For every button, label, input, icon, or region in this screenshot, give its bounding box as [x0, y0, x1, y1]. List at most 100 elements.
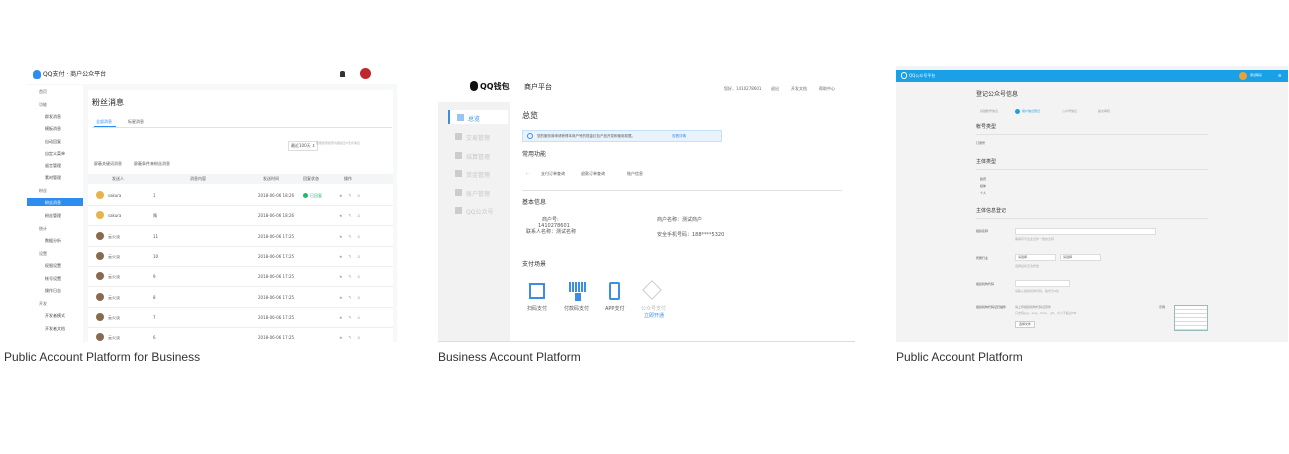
- sidebar-item-custom-menu[interactable]: 自定义菜单: [27, 149, 83, 157]
- help-link[interactable]: 帮助中心: [819, 87, 835, 91]
- reply-icon[interactable]: ↰: [348, 336, 351, 340]
- divider: [976, 218, 1208, 219]
- tab-starred[interactable]: 标星消息: [128, 120, 144, 124]
- user-icon[interactable]: ♙: [357, 194, 361, 198]
- user-icon[interactable]: ♙: [357, 315, 361, 320]
- sidebar-item-op-log[interactable]: 操作日志: [27, 286, 83, 294]
- user-name[interactable]: 测试联系: [1250, 74, 1262, 77]
- sidebar-item-dev-mode[interactable]: 开发者模式: [27, 311, 83, 319]
- reply-icon[interactable]: ↰: [348, 214, 351, 218]
- table-row[interactable]: sakura 1 2018-06-06 18:26 已回复 ★ ↰ ♙: [88, 186, 393, 206]
- th-status: 回复状态: [303, 176, 319, 181]
- common-account-info[interactable]: 账户信息: [627, 172, 643, 176]
- user-icon[interactable]: ♙: [357, 254, 361, 259]
- user-icon[interactable]: ♙: [357, 275, 361, 279]
- reply-icon[interactable]: ↰: [348, 194, 351, 198]
- cell-time: 2018-06-06 18:26: [258, 213, 295, 219]
- sidebar-item-permissions[interactable]: 权限设置: [27, 261, 83, 269]
- sidebar-section-dev: 开发: [39, 301, 47, 306]
- label-industry: 所属行业: [976, 256, 989, 260]
- sidebar-item-account-settings[interactable]: 帐号设置: [27, 274, 83, 282]
- common-refund-query[interactable]: 退款订单查询: [581, 172, 605, 176]
- table-row[interactable]: 云火淡 7 2018-06-06 17:25 ★ ↰ ♙: [88, 308, 393, 328]
- pay-public: 公众号支付: [641, 306, 667, 312]
- reply-icon[interactable]: ↰: [348, 234, 351, 239]
- sidebar-item-trade[interactable]: 交易管理: [448, 129, 508, 143]
- star-icon[interactable]: ★: [339, 336, 343, 340]
- bell-icon[interactable]: [340, 71, 345, 77]
- sidebar-item-settlement[interactable]: 结算管理: [448, 148, 508, 162]
- contact-name: 联系人名称：测试名称: [526, 229, 577, 235]
- enable-now-link[interactable]: 立即开通: [644, 314, 664, 319]
- brand: QQ公众号平台: [909, 73, 936, 78]
- reply-icon[interactable]: ↰: [348, 254, 351, 259]
- tab-all-messages[interactable]: 全部消息: [96, 120, 112, 124]
- checkbox-fans[interactable]: 屏蔽条件来粉丝消息: [134, 162, 170, 166]
- avatar[interactable]: [360, 68, 371, 79]
- brand: QQ支付 · 商户公众平台: [43, 71, 107, 78]
- sidebar-item-home[interactable]: 首页: [27, 87, 83, 95]
- table-row[interactable]: 云火淡 8 2018-06-06 17:25 ★ ↰ ♙: [88, 288, 393, 308]
- sidebar-item-broadcast[interactable]: 群发消息: [27, 112, 83, 120]
- avatar[interactable]: [1239, 72, 1247, 80]
- industry-select-1[interactable]: 请选择: [1015, 254, 1056, 261]
- common-pay-order-query[interactable]: 支付订单查询: [541, 172, 565, 176]
- avatar: [96, 191, 104, 199]
- star-icon[interactable]: ★: [339, 214, 343, 218]
- sidebar-item-materials[interactable]: 素材管理: [27, 173, 83, 181]
- org-code-input[interactable]: [1015, 280, 1070, 287]
- user-icon[interactable]: ♙: [357, 234, 361, 239]
- user-icon[interactable]: ♙: [357, 295, 361, 300]
- org-name-input[interactable]: [1015, 228, 1156, 235]
- sidebar-item-comments[interactable]: 留言管理: [27, 161, 83, 169]
- user-icon[interactable]: ♙: [357, 336, 361, 340]
- reply-icon[interactable]: ↰: [348, 295, 351, 300]
- cell-time: 2018-06-06 17:25: [258, 253, 295, 259]
- user-icon[interactable]: ♙: [357, 214, 361, 218]
- barcode-arrow-icon: [575, 293, 581, 301]
- radio-personal[interactable]: 个人: [980, 192, 986, 195]
- sidebar-item-qq-public[interactable]: QQ公众号: [448, 203, 508, 217]
- label-org-code: 组织机构代码: [976, 282, 995, 286]
- sidebar-item-template[interactable]: 模板消息: [27, 124, 83, 132]
- star-icon[interactable]: ★: [339, 275, 343, 279]
- cell-name: sakura: [108, 213, 122, 219]
- table-row[interactable]: sakura 隋 2018-06-06 18:26 ★ ↰ ♙: [88, 206, 393, 227]
- reply-icon[interactable]: ↰: [348, 275, 351, 279]
- sidebar-item-auto-reply[interactable]: 自动回复: [27, 137, 83, 145]
- table-row[interactable]: 云火淡 9 2018-06-06 17:25 ★ ↰ ♙: [88, 267, 393, 288]
- table-row[interactable]: 云火淡 10 2018-06-06 17:25 ★ ↰ ♙: [88, 247, 393, 267]
- notice-link[interactable]: 查看详情: [672, 134, 686, 139]
- industry-select-2[interactable]: 请选择: [1060, 254, 1101, 261]
- th-sender: 发送人: [112, 176, 124, 181]
- top-bar: QQ公众号平台 测试联系 ⚙: [896, 70, 1288, 82]
- gear-icon[interactable]: ⚙: [1278, 74, 1282, 78]
- sidebar-item-account[interactable]: 账户管理: [448, 185, 508, 199]
- sidebar-item-data-analysis[interactable]: 数据分析: [27, 236, 83, 244]
- logout-link[interactable]: 退出: [771, 87, 779, 91]
- star-icon[interactable]: ★: [339, 194, 343, 198]
- avatar: [96, 272, 104, 281]
- table-row[interactable]: 云火淡 6 2018-06-06 17:25 ★ ↰ ♙: [88, 328, 393, 342]
- star-icon[interactable]: ★: [339, 234, 343, 239]
- sidebar-item-fan-manage[interactable]: 粉丝管理: [27, 211, 83, 219]
- common-arrow-left-icon[interactable]: ←: [526, 172, 529, 176]
- star-icon[interactable]: ★: [339, 315, 343, 320]
- cell-time: 2018-06-06 17:25: [258, 314, 295, 320]
- sidebar-item-funds[interactable]: 资金管理: [448, 166, 508, 180]
- avatar: [96, 211, 104, 220]
- checkbox-keyword[interactable]: 屏蔽关键词消息: [94, 162, 122, 166]
- sidebar-item-fan-messages[interactable]: 粉丝消息: [27, 198, 83, 206]
- radio-media[interactable]: 媒体: [980, 185, 986, 188]
- sidebar-item-dev-docs[interactable]: 开发者文档: [27, 324, 83, 332]
- table-row[interactable]: 云火淡 11 2018-06-06 17:25 ★ ↰ ♙: [88, 227, 393, 247]
- reply-icon[interactable]: ↰: [348, 315, 351, 320]
- star-icon[interactable]: ★: [339, 254, 343, 259]
- choose-file-button[interactable]: 选择文件: [1015, 321, 1036, 328]
- period-select[interactable]: 最近100天 ⇕: [288, 141, 319, 151]
- star-icon[interactable]: ★: [339, 295, 343, 300]
- radio-government[interactable]: 政府: [980, 178, 986, 181]
- dev-docs-link[interactable]: 开发文档: [791, 87, 807, 91]
- sidebar-item-overview[interactable]: 总览: [448, 110, 508, 124]
- account-icon: [455, 189, 462, 196]
